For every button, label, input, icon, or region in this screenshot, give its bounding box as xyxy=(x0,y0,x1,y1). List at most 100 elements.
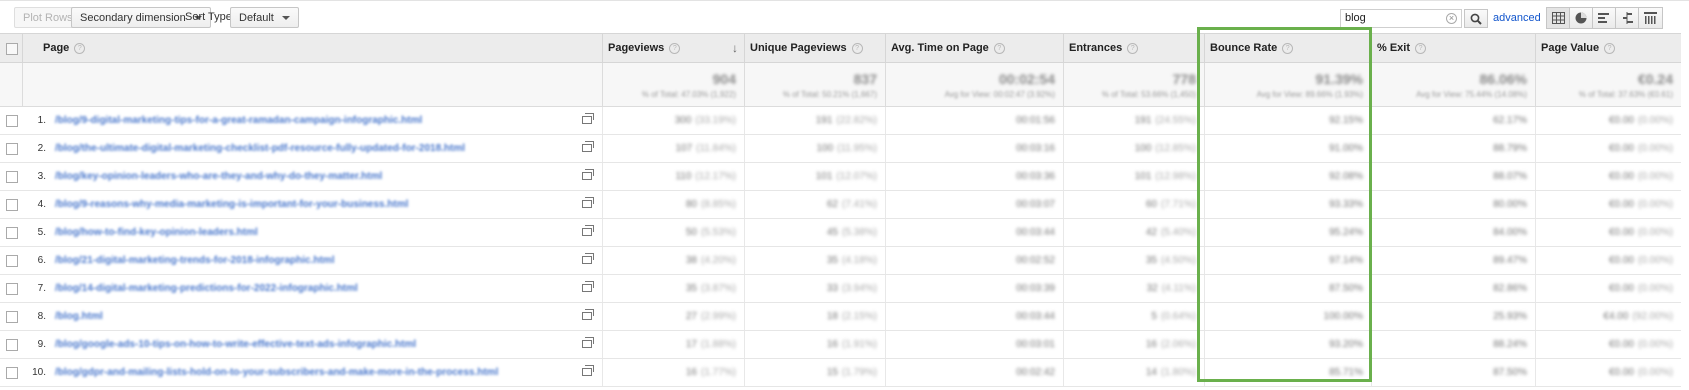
cell-value: 101 xyxy=(1134,171,1152,182)
cell-bounce-rate: 91.00% xyxy=(1204,135,1371,162)
page-path-link[interactable]: /blog/how-to-find-key-opinion-leaders.ht… xyxy=(55,219,258,246)
row-number: 5. xyxy=(37,227,46,238)
table-search-input[interactable]: blog × xyxy=(1340,9,1462,28)
help-icon[interactable]: ? xyxy=(1604,42,1616,54)
cell-percent: (4.20%) xyxy=(700,255,736,266)
column-header-avg-time[interactable]: Avg. Time on Page? xyxy=(885,34,1063,63)
performance-view-button[interactable] xyxy=(1593,8,1616,28)
table-row: 3. /blog/key-opinion-leaders-who-are-they… xyxy=(0,163,1681,191)
row-checkbox[interactable] xyxy=(6,311,18,323)
table-view-button[interactable] xyxy=(1547,8,1570,28)
page-path-link[interactable]: /blog/21-digital-marketing-trends-for-20… xyxy=(55,247,334,274)
cell-pageviews: 16 (1.77%) xyxy=(602,359,744,386)
column-header-pageviews[interactable]: Pageviews? ↓ xyxy=(602,34,744,63)
column-header-page[interactable]: Page? xyxy=(22,34,602,63)
cell-exit: 88.24% xyxy=(1371,331,1535,358)
cell-percent: (7.41%) xyxy=(841,199,877,210)
cell-value: €0.00 xyxy=(1608,367,1634,378)
term-cloud-view-button[interactable] xyxy=(1639,8,1662,28)
cell-value: 00:03:01 xyxy=(1016,339,1055,350)
page-path-link[interactable]: /blog/key-opinion-leaders-who-are-they-a… xyxy=(55,163,382,190)
open-page-icon[interactable] xyxy=(582,253,594,264)
cell-percent: (0.00%) xyxy=(1637,199,1673,210)
cell-avg-time: 00:03:07 xyxy=(885,191,1063,218)
help-icon[interactable]: ? xyxy=(1127,42,1139,54)
help-icon[interactable]: ? xyxy=(851,42,863,54)
open-page-icon[interactable] xyxy=(582,281,594,292)
cell-value: 00:03:44 xyxy=(1016,227,1055,238)
open-page-icon[interactable] xyxy=(582,113,594,124)
cell-percent: (11.95%) xyxy=(837,143,877,154)
cell-value: 84.00% xyxy=(1493,227,1527,238)
open-page-icon[interactable] xyxy=(582,309,594,320)
page-path-link[interactable]: /blog.html xyxy=(55,303,103,330)
cell-value: 62.17% xyxy=(1493,115,1527,126)
column-label: Bounce Rate xyxy=(1210,42,1278,54)
cell-entrances: 35 (4.50%) xyxy=(1063,247,1204,274)
page-path-link[interactable]: /blog/google-ads-10-tips-on-how-to-write… xyxy=(55,331,416,358)
cell-page-value: €0.00 (0.00%) xyxy=(1535,247,1681,274)
cell-value: €0.00 xyxy=(1608,283,1634,294)
advanced-search-link[interactable]: advanced xyxy=(1493,9,1541,28)
cell-value: 91.00% xyxy=(1329,143,1363,154)
cell-percent: (0.00%) xyxy=(1637,171,1673,182)
open-page-icon[interactable] xyxy=(582,197,594,208)
open-page-icon[interactable] xyxy=(582,225,594,236)
cell-value: 38 xyxy=(685,255,697,266)
row-checkbox[interactable] xyxy=(6,115,18,127)
pie-view-button[interactable] xyxy=(1570,8,1593,28)
row-checkbox[interactable] xyxy=(6,227,18,239)
page-path-link[interactable]: /blog/9-reasons-why-media-marketing-is-i… xyxy=(55,191,408,218)
help-icon[interactable]: ? xyxy=(993,42,1005,54)
cell-value: 85.71% xyxy=(1329,367,1363,378)
select-all-checkbox[interactable] xyxy=(6,43,18,55)
cell-entrances: 42 (5.40%) xyxy=(1063,219,1204,246)
page-path-link[interactable]: /blog/gdpr-and-mailing-lists-hold-on-to-… xyxy=(55,359,498,386)
row-checkbox[interactable] xyxy=(6,283,18,295)
cell-value: 35 xyxy=(826,255,838,266)
cell-avg-time: 00:02:42 xyxy=(885,359,1063,386)
column-header-entrances[interactable]: Entrances? xyxy=(1063,34,1204,63)
cell-value: 60 xyxy=(1145,199,1157,210)
open-page-icon[interactable] xyxy=(582,365,594,376)
cell-value: 42 xyxy=(1145,227,1157,238)
open-page-icon[interactable] xyxy=(582,337,594,348)
page-path-link[interactable]: /blog/14-digital-marketing-predictions-f… xyxy=(55,275,358,302)
column-header-bounce-rate[interactable]: Bounce Rate? xyxy=(1204,34,1371,63)
row-checkbox[interactable] xyxy=(6,199,18,211)
cell-value: 14 xyxy=(1145,367,1157,378)
help-icon[interactable]: ? xyxy=(1282,42,1294,54)
page-path-link[interactable]: /blog/the-ultimate-digital-marketing-che… xyxy=(55,135,465,162)
column-header-page-value[interactable]: Page Value? xyxy=(1535,34,1681,63)
cell-entrances: 60 (7.71%) xyxy=(1063,191,1204,218)
help-icon[interactable]: ? xyxy=(1415,42,1427,54)
row-checkbox[interactable] xyxy=(6,171,18,183)
open-page-icon[interactable] xyxy=(582,169,594,180)
cell-percent: (0.00%) xyxy=(1637,115,1673,126)
clear-icon[interactable]: × xyxy=(1446,13,1457,24)
cell-value: €0.00 xyxy=(1608,115,1634,126)
row-checkbox[interactable] xyxy=(6,255,18,267)
cell-bounce-rate: 93.20% xyxy=(1204,331,1371,358)
cell-pageviews: 17 (1.88%) xyxy=(602,331,744,358)
row-checkbox[interactable] xyxy=(6,367,18,379)
column-header-exit[interactable]: % Exit? xyxy=(1371,34,1535,63)
cell-exit: 84.00% xyxy=(1371,219,1535,246)
cell-value: 88.07% xyxy=(1493,171,1527,182)
sort-type-dropdown[interactable]: Default xyxy=(230,7,299,28)
search-button[interactable] xyxy=(1464,9,1488,28)
help-icon[interactable]: ? xyxy=(669,42,681,54)
column-label: Page xyxy=(43,42,70,54)
row-checkbox[interactable] xyxy=(6,143,18,155)
page-path-link[interactable]: /blog/9-digital-marketing-tips-for-a-gre… xyxy=(55,107,422,134)
open-page-icon[interactable] xyxy=(582,141,594,152)
comparison-view-button[interactable] xyxy=(1616,8,1639,28)
totals-bounce-rate: 91.39% Avg for View: 89.66% (1.93%) xyxy=(1204,63,1371,106)
total-value: €0.24 xyxy=(1637,71,1673,87)
cell-value: 87.50% xyxy=(1493,367,1527,378)
column-header-unique-pageviews[interactable]: Unique Pageviews? xyxy=(744,34,885,63)
cell-value: 16 xyxy=(685,367,697,378)
row-number: 3. xyxy=(37,171,46,182)
row-checkbox[interactable] xyxy=(6,339,18,351)
help-icon[interactable]: ? xyxy=(74,42,86,54)
